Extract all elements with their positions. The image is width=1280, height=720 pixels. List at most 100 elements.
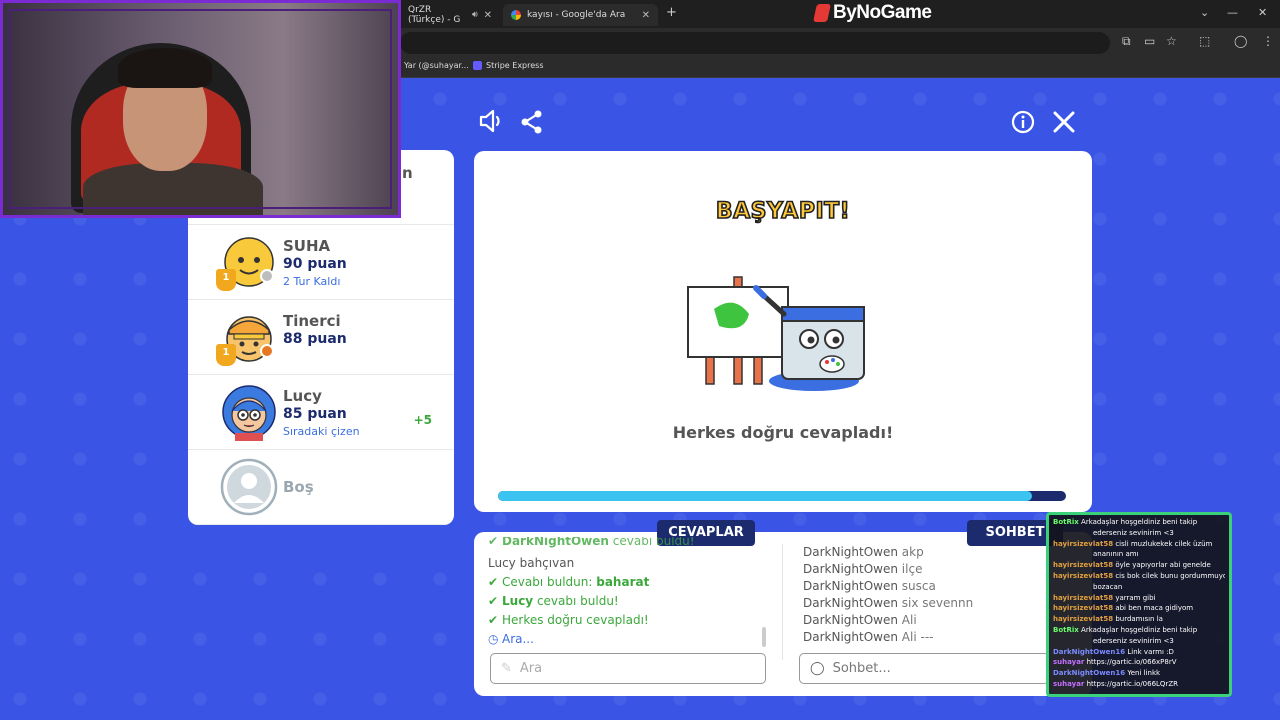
list-item: DarkNightOwen six sevennn xyxy=(803,596,974,610)
chat-input[interactable]: ◯ Sohbet... xyxy=(799,653,1049,684)
address-bar[interactable] xyxy=(400,32,1110,54)
star-icon[interactable]: ☆ xyxy=(1166,34,1177,48)
new-tab-button[interactable]: + xyxy=(666,5,677,20)
stream-chat-user: BotRix xyxy=(1053,518,1079,526)
stream-chat-line: hayirsizevlat58 cis bok cilek bunu gordu… xyxy=(1053,571,1225,582)
scrollbar[interactable] xyxy=(762,627,766,647)
brand-name: ByNoGame xyxy=(833,2,932,23)
player-name: Tinerci xyxy=(283,312,341,330)
stream-chat-line: BotRix Arkadaşlar hoşgeldiniz beni takip xyxy=(1053,625,1225,636)
list-item: ✔ Lucy cevabı buldu! xyxy=(488,592,778,611)
list-item: ✔ DarkNightOwen cevabı buldu! xyxy=(488,537,695,548)
stream-chat-line: suhayar https://gartic.io/066xP8rV xyxy=(1053,657,1225,668)
minimize-icon[interactable]: — xyxy=(1227,6,1238,19)
stream-chat-user: hayirsizevlat58 xyxy=(1053,571,1114,580)
close-window-icon[interactable]: ✕ xyxy=(1258,6,1267,19)
status-dot xyxy=(260,269,274,283)
stream-chat-line: hayirsizevlat58 öyle yapıyorlar abi gene… xyxy=(1053,560,1225,571)
speaker-icon[interactable]: 🔊︎ xyxy=(472,10,478,20)
stream-chat-user: hayirsizevlat58 xyxy=(1053,539,1114,548)
stream-chat-line: DarkNightOwen16 Link varmı :D xyxy=(1053,647,1225,658)
stripe-icon xyxy=(473,61,482,70)
player-row[interactable]: 1 SUHA 90 puan 2 Tur Kaldı xyxy=(188,225,454,300)
stream-chat-user: DarkNightOwen16 xyxy=(1053,647,1126,656)
stream-chat-text: abi ben maca gidiyom xyxy=(1115,604,1194,613)
list-item: DarkNightOwen ilçe xyxy=(803,562,923,576)
avatar-placeholder xyxy=(220,458,278,516)
browser-tab-active[interactable]: kayısı - Google'da Ara ✕ xyxy=(503,4,658,26)
stream-chat-user: hayirsizevlat58 xyxy=(1053,561,1114,570)
pencil-icon: ✎ xyxy=(501,661,512,676)
result-message: Herkes doğru cevapladı! xyxy=(672,423,894,442)
divider xyxy=(782,544,783,660)
bonus-badge: +5 xyxy=(413,413,432,427)
bookmark-item[interactable]: Stripe Express xyxy=(473,61,544,70)
stream-chat-text: Arkadaşlar hoşgeldiniz beni takip xyxy=(1081,625,1198,634)
player-status: Sıradaki çizen xyxy=(283,425,360,438)
webcam-overlay xyxy=(0,0,401,218)
clock-icon: ◷ xyxy=(488,632,499,646)
list-item: DarkNightOwen Ali xyxy=(803,613,917,627)
stream-chat-line: DarkNightOwen16 Yeni linkk xyxy=(1053,668,1225,679)
progress-fill xyxy=(498,491,1032,501)
partial-player-name: n xyxy=(402,164,413,182)
player-row-empty[interactable]: Boş xyxy=(188,450,454,525)
close-icon[interactable]: ✕ xyxy=(484,10,492,21)
google-icon xyxy=(511,10,521,20)
chat-bubble-icon: ◯ xyxy=(810,661,825,676)
list-item: ✔ Herkes doğru cevapladı! xyxy=(488,611,778,630)
stream-chat-text: yarram gibi xyxy=(1115,593,1156,602)
stream-chat-line: ederseniz sevinirim <3 xyxy=(1053,528,1225,539)
player-row[interactable]: Lucy 85 puan Sıradaki çizen +5 xyxy=(188,375,454,450)
answer-input[interactable]: ✎ Ara xyxy=(490,653,766,684)
stream-chat-text: burdamısın la xyxy=(1115,615,1163,624)
stream-chat-text: öyle yapıyorlar abi genelde xyxy=(1115,561,1211,570)
list-item: DarkNightOwen Ali --- xyxy=(803,630,934,644)
stream-chat-line: bozacan xyxy=(1053,582,1225,593)
stream-chat-text: ananının amı xyxy=(1093,550,1139,559)
player-status: 2 Tur Kaldı xyxy=(283,275,341,288)
close-icon[interactable] xyxy=(1052,110,1076,140)
list-item: DarkNightOwen susca xyxy=(803,579,936,593)
close-icon[interactable]: ✕ xyxy=(642,10,650,21)
cast-icon[interactable]: ▭ xyxy=(1144,34,1155,48)
list-item: DarkNightOwen akp xyxy=(803,545,924,559)
stream-chat-line: hayirsizevlat58 abi ben maca gidiyom xyxy=(1053,603,1225,614)
check-icon: ✔ xyxy=(488,594,499,608)
masterpiece-illustration xyxy=(684,269,884,399)
share-icon[interactable] xyxy=(520,109,544,141)
bookmark-label: Yar (@suhayar... xyxy=(404,61,469,70)
answer-placeholder: Ara xyxy=(519,661,543,676)
bookmark-item[interactable]: Yar (@suhayar... xyxy=(404,61,469,70)
stream-chat-text: cis bok cilek bunu gordummuydu xyxy=(1115,571,1225,580)
player-points: 85 puan xyxy=(283,406,347,422)
extensions-icon[interactable]: ⬚ xyxy=(1199,34,1210,48)
stream-chat-line: hayirsizevlat58 cisli muzlukekek cilek ü… xyxy=(1053,539,1225,550)
profile-icon[interactable]: ◯ xyxy=(1234,34,1247,48)
stream-chat-line: ederseniz sevinirim <3 xyxy=(1053,636,1225,647)
browser-tab[interactable]: QrZR (Türkçe) - G 🔊︎ ✕ xyxy=(400,4,500,26)
stream-chat-line: BotRix Arkadaşlar hoşgeldiniz beni takip xyxy=(1053,517,1225,528)
avatar xyxy=(220,383,278,441)
trophy-icon: 1 xyxy=(216,344,236,366)
stream-chat-line: hayirsizevlat58 yarram gibi xyxy=(1053,593,1225,604)
translate-icon[interactable]: ⧉ xyxy=(1122,34,1131,49)
tab-label: QrZR (Türkçe) - G xyxy=(408,5,461,25)
stream-chat-user: hayirsizevlat58 xyxy=(1053,615,1114,624)
stream-chat-overlay: BotRix Arkadaşlar hoşgeldiniz beni takip… xyxy=(1046,512,1232,697)
brand-logo: ByNoGame xyxy=(813,2,932,24)
stream-chat-text: Yeni linkk xyxy=(1127,669,1161,678)
check-icon: ✔ xyxy=(488,613,499,627)
stream-chat-text: ederseniz sevinirim <3 xyxy=(1093,528,1174,537)
stream-chat-user: suhayar xyxy=(1053,679,1085,688)
stream-chat-line: ananının amı xyxy=(1053,549,1225,560)
player-name: Boş xyxy=(283,478,314,496)
sound-icon[interactable] xyxy=(478,108,504,140)
chat-list: DarkNightOwen akp DarkNightOwen ilçe Dar… xyxy=(803,544,1043,649)
player-row[interactable]: 1 Tinerci 88 puan xyxy=(188,300,454,375)
stream-chat-line: suhayar https://gartic.io/066LQrZR xyxy=(1053,679,1225,690)
list-item: ◷ Ara... xyxy=(488,630,778,647)
menu-icon[interactable]: ⋮ xyxy=(1262,34,1274,48)
chevron-down-icon[interactable]: ⌄ xyxy=(1200,6,1209,19)
info-icon[interactable] xyxy=(1011,110,1035,140)
